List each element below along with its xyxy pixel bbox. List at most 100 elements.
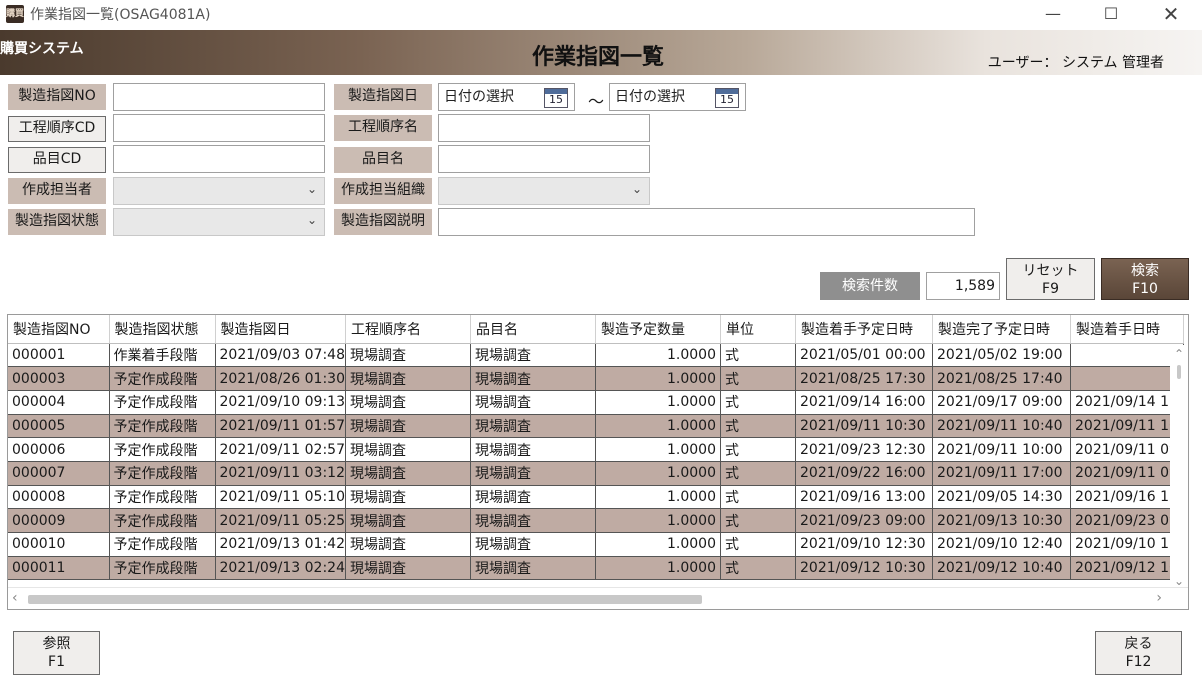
table-cell: 2021/08/26 01:30	[215, 366, 346, 391]
table-cell: 000009	[8, 508, 110, 533]
table-cell: 2021/09/23 09:00	[795, 508, 933, 533]
creator-org-select[interactable]: ⌄	[438, 177, 650, 205]
table-cell: 2021/05/01 00:00	[795, 343, 933, 368]
process-name-input[interactable]	[438, 114, 650, 142]
table-row[interactable]: 000011 予定作成段階 2021/09/13 02:24 現場調査 現場調査 1.00…	[8, 556, 1184, 581]
table-cell: 2021/08/25 17:30	[795, 366, 933, 391]
table-cell: 現場調査	[345, 343, 471, 368]
calendar-icon[interactable]: 15	[544, 88, 568, 108]
date-from-picker[interactable]: 日付の選択 15	[438, 83, 575, 111]
table-cell: 現場調査	[470, 461, 596, 486]
table-cell: 1.0000	[595, 532, 721, 557]
window-title: 作業指図一覧(OSAG4081A)	[30, 7, 211, 23]
table-cell: 000003	[8, 366, 110, 391]
results-grid[interactable]: 製造指図NO 製造指図状態 製造指図日 工程順序名 品目名 製造予定数量 単位 製造着手予定日…	[7, 314, 1189, 610]
table-cell: 式	[720, 343, 796, 368]
reset-button[interactable]: リセット F9	[1006, 258, 1095, 300]
calendar-icon[interactable]: 15	[715, 88, 739, 108]
table-cell: 2021/09/13 10:30	[932, 508, 1071, 533]
scroll-down-icon[interactable]: ⌄	[1170, 574, 1188, 588]
reset-key: F9	[1042, 281, 1059, 297]
item-name-input[interactable]	[438, 145, 650, 173]
maximize-button[interactable]: ☐	[1088, 0, 1134, 30]
column-header[interactable]: 製造着手日時	[1070, 315, 1184, 344]
column-header[interactable]: 製造予定数量	[595, 315, 721, 344]
table-cell: 現場調査	[345, 437, 471, 462]
table-row[interactable]: 000004 予定作成段階 2021/09/10 09:13 現場調査 現場調査 1.00…	[8, 390, 1184, 415]
table-row[interactable]: 000001 作業着手段階 2021/09/03 07:48 現場調査 現場調査 1.00…	[8, 343, 1184, 368]
table-cell: 予定作成段階	[109, 461, 216, 486]
table-cell: 現場調査	[470, 556, 596, 581]
column-header[interactable]: 製造指図日	[215, 315, 346, 344]
table-cell: 2021/09/14 16:	[1070, 390, 1184, 415]
horizontal-scroll-thumb[interactable]	[28, 595, 702, 604]
table-row[interactable]: 000003 予定作成段階 2021/08/26 01:30 現場調査 現場調査 1.00…	[8, 366, 1184, 391]
table-cell: 現場調査	[470, 532, 596, 557]
process-cd-lookup-button[interactable]: 工程順序CD	[8, 116, 106, 142]
table-cell: 式	[720, 532, 796, 557]
scroll-up-icon[interactable]: ⌃	[1170, 347, 1188, 361]
column-header[interactable]: 製造指図NO	[8, 315, 110, 344]
order-date-label: 製造指図日	[334, 84, 432, 110]
status-label: 製造指図状態	[8, 209, 106, 235]
table-cell: 2021/09/16 13:00	[795, 485, 933, 510]
table-cell: 2021/09/14 16:00	[795, 390, 933, 415]
table-cell: 2021/09/12 10:40	[932, 556, 1071, 581]
table-cell: 現場調査	[345, 461, 471, 486]
table-cell: 2021/09/11 10:40	[932, 414, 1071, 439]
description-input[interactable]	[438, 208, 975, 236]
table-row[interactable]: 000006 予定作成段階 2021/09/11 02:57 現場調査 現場調査 1.00…	[8, 437, 1184, 462]
horizontal-scrollbar[interactable]: ‹ ›	[8, 587, 1188, 609]
table-row[interactable]: 000007 予定作成段階 2021/09/11 03:12 現場調査 現場調査 1.00…	[8, 461, 1184, 486]
scroll-right-icon[interactable]: ›	[1156, 590, 1162, 606]
item-cd-lookup-button[interactable]: 品目CD	[8, 147, 106, 173]
table-row[interactable]: 000005 予定作成段階 2021/09/11 01:57 現場調査 現場調査 1.00…	[8, 414, 1184, 439]
column-header[interactable]: 単位	[720, 315, 796, 344]
table-cell: 000004	[8, 390, 110, 415]
table-cell: 式	[720, 508, 796, 533]
table-cell: 1.0000	[595, 437, 721, 462]
scroll-left-icon[interactable]: ‹	[12, 590, 18, 606]
table-cell: 2021/09/13 01:42	[215, 532, 346, 557]
reference-button[interactable]: 参照 F1	[13, 631, 100, 675]
search-button[interactable]: 検索 F10	[1101, 258, 1189, 300]
date-to-picker[interactable]: 日付の選択 15	[609, 83, 746, 111]
table-cell: 式	[720, 556, 796, 581]
column-header[interactable]: 製造着手予定日時	[795, 315, 933, 344]
table-cell: 2021/09/11 03:12	[215, 461, 346, 486]
table-cell: 現場調査	[345, 485, 471, 510]
vertical-scroll-thumb[interactable]	[1177, 365, 1181, 379]
status-select[interactable]: ⌄	[113, 208, 325, 236]
table-row[interactable]: 000010 予定作成段階 2021/09/13 01:42 現場調査 現場調査 1.00…	[8, 532, 1184, 557]
close-button[interactable]: ✕	[1148, 0, 1194, 30]
column-header[interactable]: 工程順序名	[345, 315, 471, 344]
chevron-down-icon: ⌄	[306, 213, 317, 227]
table-cell: 現場調査	[345, 532, 471, 557]
vertical-scrollbar[interactable]: ⌃ ⌄	[1170, 345, 1188, 590]
process-cd-input[interactable]	[113, 114, 325, 142]
search-key: F10	[1132, 281, 1158, 297]
creator-select[interactable]: ⌄	[113, 177, 325, 205]
table-cell: 1.0000	[595, 556, 721, 581]
table-cell: 2021/09/10 09:13	[215, 390, 346, 415]
date-range-separator: ～	[588, 92, 605, 111]
search-label: 検索	[1131, 263, 1159, 279]
table-cell: 式	[720, 414, 796, 439]
table-cell: 式	[720, 437, 796, 462]
order-no-input[interactable]	[113, 83, 325, 111]
table-cell: 現場調査	[470, 390, 596, 415]
table-row[interactable]: 000009 予定作成段階 2021/09/11 05:25 現場調査 現場調査 1.00…	[8, 508, 1184, 533]
table-row[interactable]: 000008 予定作成段階 2021/09/11 05:10 現場調査 現場調査 1.00…	[8, 485, 1184, 510]
table-cell: 1.0000	[595, 390, 721, 415]
table-cell: 予定作成段階	[109, 485, 216, 510]
column-header[interactable]: 製造完了予定日時	[932, 315, 1071, 344]
table-cell: 予定作成段階	[109, 532, 216, 557]
table-cell: 1.0000	[595, 508, 721, 533]
column-header[interactable]: 品目名	[470, 315, 596, 344]
reference-label: 参照	[42, 636, 71, 652]
minimize-button[interactable]: —	[1030, 0, 1076, 30]
column-header[interactable]: 製造指図状態	[109, 315, 216, 344]
item-cd-input[interactable]	[113, 145, 325, 173]
back-label: 戻る	[1124, 636, 1153, 652]
back-button[interactable]: 戻る F12	[1095, 631, 1182, 675]
